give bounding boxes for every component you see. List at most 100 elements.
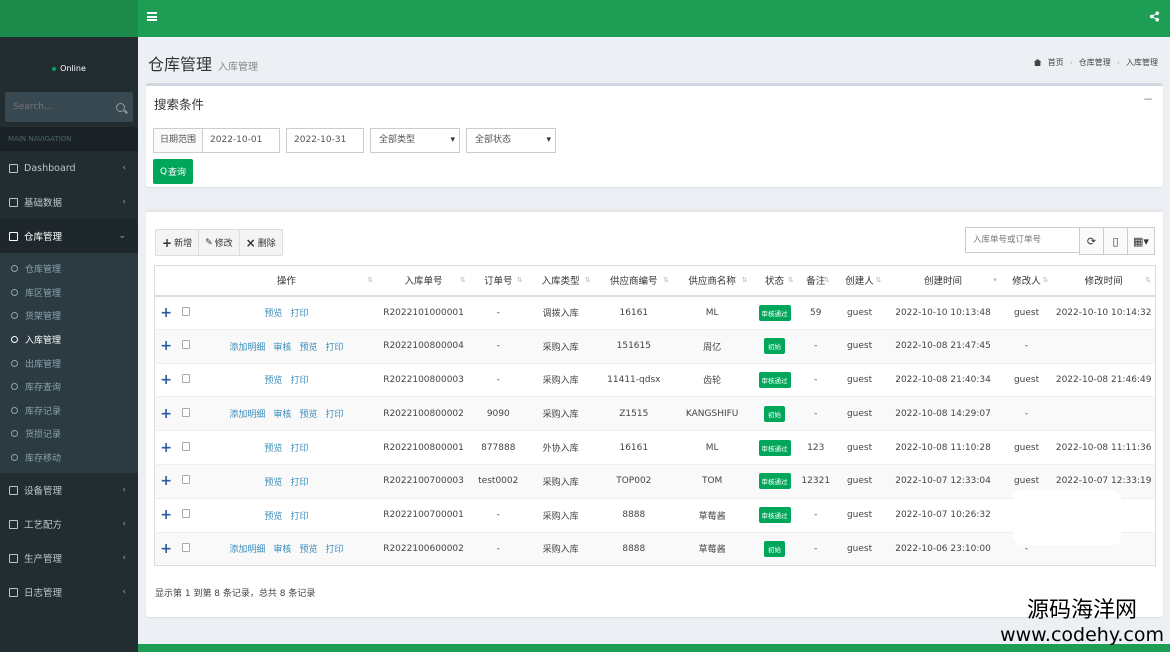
checkbox-cell[interactable] bbox=[177, 396, 196, 431]
plus-icon[interactable]: + bbox=[160, 372, 172, 388]
checkbox-cell[interactable] bbox=[177, 328, 196, 364]
checkbox-cell[interactable] bbox=[177, 463, 196, 499]
row-action-link[interactable]: 预览 bbox=[264, 478, 282, 488]
row-action-link[interactable]: 添加明细 bbox=[229, 410, 265, 420]
search-icon[interactable] bbox=[116, 102, 125, 112]
type-select[interactable]: 全部类型 bbox=[370, 128, 461, 153]
status-select[interactable]: 全部状态 bbox=[466, 128, 557, 153]
table-search-input[interactable] bbox=[965, 227, 1083, 253]
row-action-link[interactable]: 审核 bbox=[273, 343, 291, 353]
row-action-link[interactable]: 打印 bbox=[325, 343, 343, 353]
row-action-link[interactable]: 打印 bbox=[290, 309, 308, 319]
column-header[interactable]: 供应商编号 ⇅ bbox=[594, 265, 673, 297]
row-action-link[interactable]: 预览 bbox=[299, 410, 317, 420]
submenu-item-shelf[interactable]: 货架管理 bbox=[0, 304, 138, 328]
row-action-link[interactable]: 打印 bbox=[290, 376, 308, 386]
sidebar-item-logs[interactable]: 日志管理 ‹ bbox=[0, 575, 138, 609]
row-checkbox[interactable] bbox=[182, 407, 191, 417]
checkbox-cell[interactable] bbox=[177, 362, 196, 397]
plus-icon[interactable]: + bbox=[160, 305, 172, 321]
edit-button[interactable]: ✎ 修改 bbox=[199, 230, 240, 255]
refresh-icon[interactable]: ⟳ bbox=[1080, 228, 1104, 254]
expand-cell[interactable]: + bbox=[154, 328, 178, 364]
row-action-link[interactable]: 打印 bbox=[290, 512, 308, 522]
sidebar-item-warehouse[interactable]: 仓库管理 ⌄ bbox=[0, 219, 138, 253]
row-action-link[interactable]: 审核 bbox=[273, 545, 291, 555]
checkbox-cell[interactable] bbox=[177, 531, 196, 566]
checkbox-cell[interactable] bbox=[177, 430, 196, 465]
sidebar-item-basic-data[interactable]: 基础数据 ‹ bbox=[0, 185, 138, 219]
submenu-item-stock-query[interactable]: 库存查询 bbox=[0, 375, 138, 399]
row-action-link[interactable]: 预览 bbox=[299, 545, 317, 555]
expand-cell[interactable]: + bbox=[154, 531, 178, 566]
expand-cell[interactable]: + bbox=[154, 430, 178, 465]
row-action-link[interactable]: 预览 bbox=[299, 343, 317, 353]
plus-icon[interactable]: + bbox=[160, 507, 172, 523]
row-action-link[interactable]: 预览 bbox=[264, 376, 282, 386]
sidebar-item-production[interactable]: 生产管理 ‹ bbox=[0, 541, 138, 575]
column-header[interactable]: 修改人 ⇅ bbox=[1000, 265, 1053, 297]
column-header[interactable]: 创建时间 ▾ bbox=[885, 265, 1001, 297]
checkbox-cell[interactable] bbox=[177, 295, 196, 330]
query-button[interactable]: Q 查询 bbox=[153, 159, 193, 184]
column-header[interactable]: 备注 ⇅ bbox=[797, 265, 834, 297]
breadcrumb-warehouse[interactable]: 仓库管理 bbox=[1079, 57, 1111, 68]
delete-button[interactable]: × 删除 bbox=[240, 230, 282, 255]
column-header[interactable]: 入库单号 ⇅ bbox=[377, 265, 470, 297]
table-row[interactable]: + 预览 打印 R2022100800003- 采购入库 11411-qdsx 齿轮 审核通过… bbox=[154, 362, 1156, 397]
column-header[interactable]: 创建人 ⇅ bbox=[833, 265, 886, 297]
expand-cell[interactable]: + bbox=[154, 362, 178, 397]
table-row[interactable]: + 预览 打印 R2022100700003 test0002 采购入库 TOP002 TOM… bbox=[154, 463, 1156, 499]
table-row[interactable]: + 添加明细 审核 预览 打印 R2022100800004- 采购入库 151615 周亿 初始… bbox=[154, 328, 1156, 364]
table-row[interactable]: + 添加明细 审核 预览 打印 R2022100800002 9090 采购入库 Z1515 KA… bbox=[154, 396, 1156, 431]
columns-icon[interactable]: ▦▾ bbox=[1128, 228, 1154, 254]
table-row[interactable]: + 预览 打印 R2022100800001 877888 外协入库 16161 ML 审核通过… bbox=[154, 430, 1156, 465]
menu-toggle-icon[interactable] bbox=[147, 12, 157, 21]
plus-icon[interactable]: + bbox=[160, 338, 172, 354]
row-checkbox[interactable] bbox=[182, 340, 191, 350]
submenu-item-inbound[interactable]: 入库管理 bbox=[0, 328, 138, 352]
table-row[interactable]: + 预览 打印 R2022100700001- 采购入库 8888 草莓酱 审核通过 - gues… bbox=[154, 497, 1156, 533]
row-checkbox[interactable] bbox=[182, 441, 191, 451]
collapse-button[interactable]: − bbox=[1143, 92, 1153, 106]
row-action-link[interactable]: 添加明细 bbox=[229, 343, 265, 353]
submenu-item-stock-log[interactable]: 库存记录 bbox=[0, 399, 138, 423]
column-header[interactable]: 供应商名称 ⇅ bbox=[672, 265, 752, 297]
row-checkbox[interactable] bbox=[182, 509, 191, 519]
column-header[interactable]: 订单号 ⇅ bbox=[469, 265, 527, 297]
column-header[interactable]: 入库类型 ⇅ bbox=[526, 265, 595, 297]
plus-icon[interactable]: + bbox=[160, 406, 172, 422]
row-action-link[interactable]: 审核 bbox=[273, 410, 291, 420]
plus-icon[interactable]: + bbox=[160, 440, 172, 456]
row-checkbox[interactable] bbox=[182, 542, 191, 552]
checkbox-cell[interactable] bbox=[177, 497, 196, 533]
date-from-input[interactable]: 2022-10-01 bbox=[202, 128, 281, 153]
breadcrumb-home[interactable]: 首页 bbox=[1048, 57, 1064, 68]
sidebar-item-recipe[interactable]: 工艺配方 ‹ bbox=[0, 507, 138, 541]
row-action-link[interactable]: 打印 bbox=[290, 478, 308, 488]
column-header[interactable]: 修改时间 ⇅ bbox=[1052, 265, 1156, 297]
share-icon[interactable] bbox=[1149, 11, 1160, 22]
expand-cell[interactable]: + bbox=[154, 396, 178, 431]
plus-icon[interactable]: + bbox=[160, 541, 172, 557]
plus-icon[interactable]: + bbox=[160, 473, 172, 489]
submenu-item-zone[interactable]: 库区管理 bbox=[0, 281, 138, 305]
column-header[interactable]: 状态 ⇅ bbox=[751, 265, 798, 297]
sidebar-item-dashboard[interactable]: Dashboard ‹ bbox=[0, 151, 138, 185]
submenu-item-warehouse[interactable]: 仓库管理 bbox=[0, 257, 138, 281]
row-action-link[interactable]: 添加明细 bbox=[229, 545, 265, 555]
row-checkbox[interactable] bbox=[182, 475, 191, 485]
date-to-input[interactable]: 2022-10-31 bbox=[286, 128, 365, 153]
expand-cell[interactable]: + bbox=[154, 463, 178, 499]
add-button[interactable]: + 新增 bbox=[156, 230, 200, 255]
expand-cell[interactable]: + bbox=[154, 295, 178, 330]
row-action-link[interactable]: 预览 bbox=[264, 309, 282, 319]
row-action-link[interactable]: 打印 bbox=[325, 545, 343, 555]
sidebar-item-equipment[interactable]: 设备管理 ‹ bbox=[0, 473, 138, 507]
row-action-link[interactable]: 预览 bbox=[264, 444, 282, 454]
expand-cell[interactable]: + bbox=[154, 497, 178, 533]
row-action-link[interactable]: 打印 bbox=[325, 410, 343, 420]
table-row[interactable]: + 预览 打印 R2022101000001- 调拨入库 16161 ML 审核通过 59 gue… bbox=[154, 295, 1156, 330]
row-checkbox[interactable] bbox=[182, 373, 191, 383]
table-row[interactable]: + 添加明细 审核 预览 打印 R2022100600002- 采购入库 8888 草莓酱 初始 -… bbox=[154, 531, 1156, 566]
